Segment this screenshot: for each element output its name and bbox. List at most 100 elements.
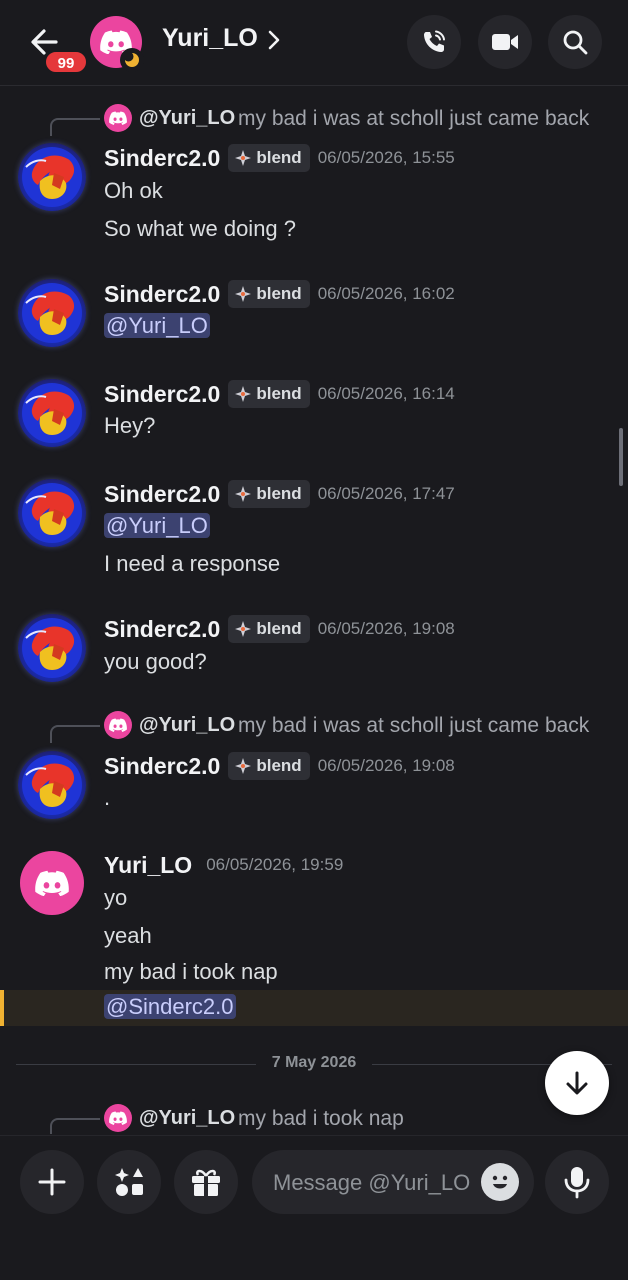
- timestamp: 06/05/2026, 16:14: [317, 384, 455, 403]
- message-text: my bad i took nap: [104, 959, 278, 984]
- page-title[interactable]: Yuri_LO: [162, 24, 258, 53]
- avatar[interactable]: [18, 479, 86, 547]
- discord-logo-icon: [109, 1111, 127, 1125]
- clan-tag-label: blend: [256, 148, 302, 167]
- clan-tag[interactable]: blend: [228, 752, 310, 780]
- timestamp: 06/05/2026, 19:59: [206, 855, 344, 874]
- discord-logo-icon: [35, 870, 69, 896]
- timestamp: 06/05/2026, 19:08: [317, 756, 455, 775]
- arrow-down-icon: [566, 1071, 588, 1095]
- message-header: Sinderc2.0 blend 06/05/2026, 17:47: [104, 479, 455, 509]
- jump-to-latest-button[interactable]: [545, 1051, 609, 1115]
- idle-status-icon: [120, 48, 144, 72]
- clan-tag-label: blend: [256, 619, 302, 638]
- message-input-placeholder: Message @Yuri_LO: [273, 1170, 471, 1195]
- message-text: @Yuri_LO: [104, 513, 210, 539]
- search-button[interactable]: [548, 15, 602, 69]
- message-author[interactable]: Sinderc2.0: [104, 481, 220, 508]
- dragon-avatar-icon: [22, 283, 82, 343]
- chat-header: 99 Yuri_LO: [0, 0, 628, 86]
- clan-tag-label: blend: [256, 756, 302, 775]
- dragon-avatar-icon: [22, 755, 82, 815]
- voice-message-button[interactable]: [545, 1150, 609, 1214]
- dragon-avatar-icon: [22, 383, 82, 443]
- sparkle-tag-icon: [235, 758, 252, 774]
- discord-logo-icon: [109, 718, 127, 732]
- reply-preview[interactable]: @Yuri_LO my bad i was at scholl just cam…: [0, 102, 628, 136]
- reply-author: @Yuri_LO: [139, 107, 236, 129]
- message-author[interactable]: Sinderc2.0: [104, 145, 220, 172]
- clan-tag[interactable]: blend: [228, 280, 310, 308]
- message-text: .: [104, 785, 111, 810]
- reply-text: my bad i was at scholl just came back: [238, 714, 590, 737]
- reply-author: @Yuri_LO: [139, 1107, 236, 1129]
- avatar[interactable]: [20, 851, 84, 915]
- message-author[interactable]: Sinderc2.0: [104, 281, 220, 308]
- dragon-avatar-icon: [22, 147, 82, 207]
- user-mention[interactable]: @Yuri_LO: [104, 513, 210, 538]
- message-text: So what we doing ?: [104, 216, 297, 241]
- avatar[interactable]: [18, 614, 86, 682]
- message-author[interactable]: Sinderc2.0: [104, 616, 220, 643]
- sparkle-tag-icon: [235, 150, 252, 166]
- reply-avatar: [104, 1104, 132, 1132]
- sparkle-tag-icon: [235, 621, 252, 637]
- clan-tag[interactable]: blend: [228, 380, 310, 408]
- reply-connector: [50, 725, 100, 743]
- message-author[interactable]: Yuri_LO: [104, 852, 192, 879]
- emoji-button[interactable]: [481, 1163, 519, 1201]
- clan-tag[interactable]: blend: [228, 615, 310, 643]
- reply-avatar: [104, 711, 132, 739]
- dragon-avatar-icon: [22, 618, 82, 678]
- divider-date: 7 May 2026: [271, 1054, 357, 1071]
- sparkle-tag-icon: [235, 486, 252, 502]
- chevron-right-icon[interactable]: [266, 28, 282, 57]
- user-mention[interactable]: @Yuri_LO: [104, 313, 210, 338]
- discord-logo-icon: [109, 111, 127, 125]
- unread-badge: 99: [44, 50, 88, 74]
- date-divider: 7 May 2026: [0, 1052, 628, 1076]
- avatar[interactable]: [18, 279, 86, 347]
- message-list[interactable]: @Yuri_LO my bad i was at scholl just cam…: [0, 87, 628, 1134]
- gift-button[interactable]: [174, 1150, 238, 1214]
- phone-call-icon: [424, 30, 445, 52]
- message-text: @Sinderc2.0: [104, 994, 236, 1020]
- reply-author: @Yuri_LO: [139, 714, 236, 736]
- avatar[interactable]: [18, 751, 86, 819]
- clan-tag[interactable]: blend: [228, 144, 310, 172]
- clan-tag[interactable]: blend: [228, 480, 310, 508]
- reply-connector: [50, 118, 100, 136]
- voice-call-button[interactable]: [407, 15, 461, 69]
- avatar[interactable]: [18, 379, 86, 447]
- dragon-avatar-icon: [22, 483, 82, 543]
- attach-button[interactable]: [20, 1150, 84, 1214]
- video-call-button[interactable]: [478, 15, 532, 69]
- timestamp: 06/05/2026, 16:02: [317, 284, 455, 303]
- message-text: you good?: [104, 649, 207, 674]
- clan-tag-label: blend: [256, 384, 302, 403]
- message-text: yeah: [104, 923, 152, 948]
- timestamp: 06/05/2026, 17:47: [317, 484, 455, 503]
- video-camera-icon: [492, 34, 518, 50]
- message-author[interactable]: Sinderc2.0: [104, 381, 220, 408]
- gift-icon: [192, 1169, 220, 1196]
- reply-preview[interactable]: @Yuri_LO my bad i was at scholl just cam…: [0, 709, 628, 743]
- microphone-icon: [564, 1167, 590, 1199]
- avatar[interactable]: [18, 143, 86, 211]
- message-header: Sinderc2.0 blend 06/05/2026, 15:55: [104, 143, 455, 173]
- apps-button[interactable]: [97, 1150, 161, 1214]
- sparkle-tag-icon: [235, 386, 252, 402]
- timestamp: 06/05/2026, 15:55: [317, 148, 455, 167]
- message-input[interactable]: Message @Yuri_LO: [252, 1150, 534, 1214]
- scrollbar[interactable]: [619, 428, 623, 486]
- reply-text: my bad i took nap: [238, 1107, 404, 1130]
- message-author[interactable]: Sinderc2.0: [104, 753, 220, 780]
- reply-preview[interactable]: @Yuri_LO my bad i took nap: [0, 1102, 628, 1134]
- message-header: Yuri_LO 06/05/2026, 19:59: [104, 850, 343, 880]
- user-mention[interactable]: @Sinderc2.0: [104, 994, 236, 1019]
- timestamp: 06/05/2026, 19:08: [317, 619, 455, 638]
- message-text: Oh ok: [104, 178, 163, 203]
- message-header: Sinderc2.0 blend 06/05/2026, 16:02: [104, 279, 455, 309]
- mention-highlight: [0, 990, 628, 1026]
- clan-tag-label: blend: [256, 284, 302, 303]
